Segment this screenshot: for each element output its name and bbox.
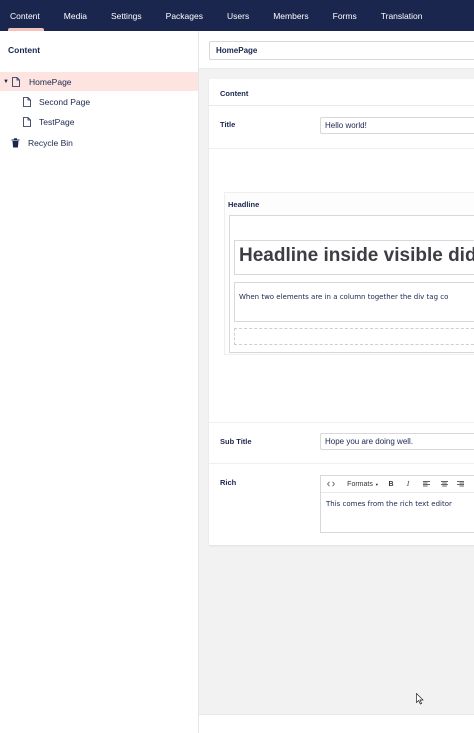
tree-item-recycle-bin[interactable]: Recycle Bin (0, 133, 198, 152)
tree-item-testpage[interactable]: TestPage (0, 112, 198, 131)
headline-cell[interactable]: Headline inside visible didv (234, 240, 474, 275)
grid-area: Headline inside visible didv When two el… (229, 215, 474, 353)
caret-down-icon[interactable]: ▼ (3, 79, 9, 85)
title-input[interactable] (320, 117, 474, 134)
document-icon (12, 76, 20, 87)
align-left-icon[interactable] (417, 476, 435, 493)
trash-icon (11, 137, 20, 148)
top-navigation: Content Media Settings Packages Users Members… (0, 0, 474, 31)
divider (209, 422, 474, 423)
content-panel: Content Title Headline Headline inside v… (209, 79, 474, 545)
code-icon[interactable] (321, 476, 341, 493)
divider (209, 148, 474, 149)
title-label: Title (220, 120, 236, 129)
italic-button[interactable]: I (399, 476, 417, 493)
tree-item-label: TestPage (39, 116, 75, 127)
tree-item-label: HomePage (29, 76, 72, 87)
content-editor: Content Title Headline Headline inside v… (199, 31, 474, 733)
tree-item-label: Recycle Bin (28, 137, 73, 148)
nav-item-members[interactable]: Members (261, 0, 320, 31)
align-right-icon[interactable] (453, 476, 467, 493)
divider (209, 463, 474, 464)
add-content-placeholder[interactable] (234, 328, 474, 345)
rich-text-content[interactable]: This comes from the rich text editor (326, 500, 452, 508)
bold-button[interactable]: B (383, 476, 399, 493)
tree-item-homepage[interactable]: ▼ HomePage (0, 72, 198, 91)
nav-item-content[interactable]: Content (0, 0, 52, 31)
tree-item-label: Second Page (39, 96, 91, 107)
rte-toolbar: Formats ▼ B I (321, 476, 474, 493)
caret-down-icon: ▼ (374, 481, 379, 487)
subtitle-label: Sub Title (220, 437, 252, 446)
document-icon (23, 96, 31, 107)
mouse-cursor-icon (416, 692, 424, 707)
rich-label: Rich (220, 478, 237, 487)
content-tree-sidebar: Content ▼ HomePage Second Page TestPage … (0, 31, 199, 733)
editor-footer-bar (199, 714, 474, 733)
node-name-input[interactable] (209, 41, 474, 60)
headline-label: Headline (228, 200, 260, 209)
nav-item-media[interactable]: Media (52, 0, 99, 31)
headline-paragraph: When two elements are in a column togeth… (239, 293, 449, 301)
align-center-icon[interactable] (435, 476, 453, 493)
formats-label: Formats (347, 480, 373, 488)
paragraph-cell[interactable]: When two elements are in a column togeth… (234, 282, 474, 322)
node-name-bar (199, 31, 474, 69)
sidebar-title: Content (8, 45, 41, 55)
nav-item-users[interactable]: Users (215, 0, 261, 31)
nav-item-settings[interactable]: Settings (99, 0, 154, 31)
document-icon (23, 116, 31, 127)
headline-grid-editor: Headline Headline inside visible didv Wh… (224, 192, 474, 355)
nav-item-forms[interactable]: Forms (321, 0, 369, 31)
nav-item-translation[interactable]: Translation (369, 0, 435, 31)
tree-item-second-page[interactable]: Second Page (0, 92, 198, 111)
nav-item-packages[interactable]: Packages (154, 0, 215, 31)
tab-content[interactable]: Content (209, 79, 474, 106)
rich-text-editor[interactable]: Formats ▼ B I This comes from the rich t… (320, 475, 474, 533)
subtitle-input[interactable] (320, 433, 474, 450)
headline-heading: Headline inside visible didv (239, 245, 474, 266)
formats-dropdown[interactable]: Formats ▼ (341, 476, 383, 493)
